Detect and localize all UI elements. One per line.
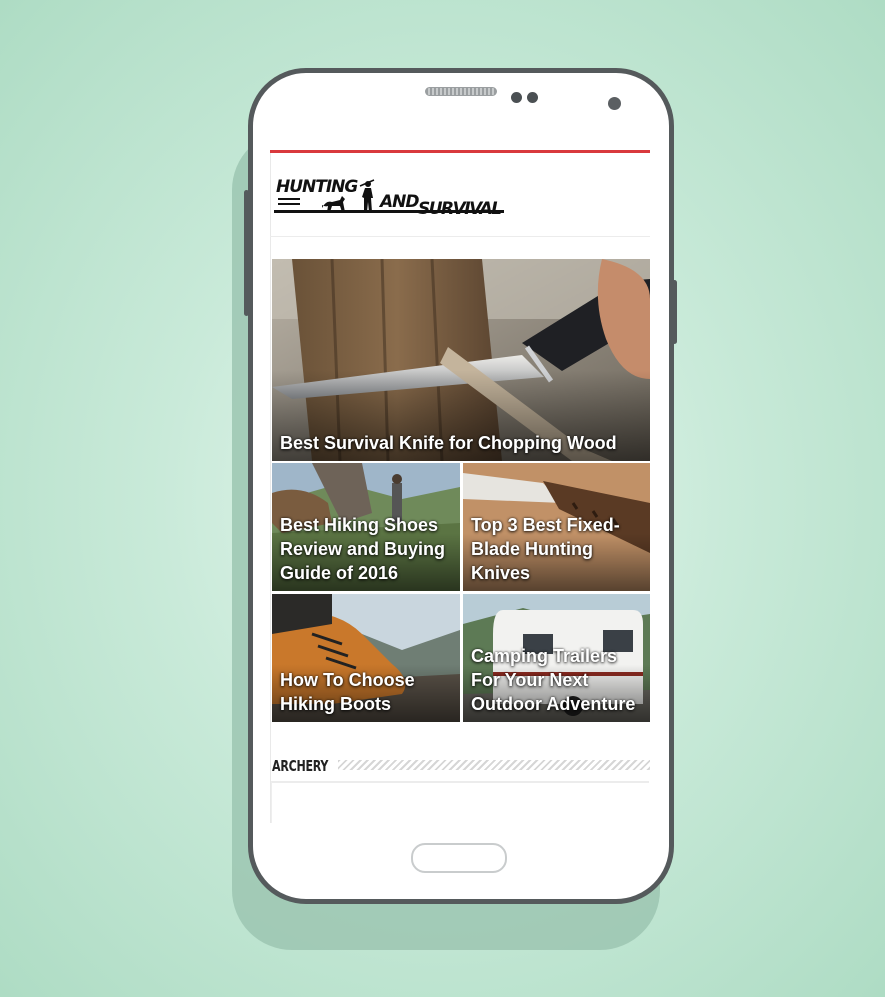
featured-post-title[interactable]: How To Choose Hiking Boots — [280, 668, 452, 716]
featured-post-title[interactable]: Best Hiking Shoes Review and Buying Guid… — [280, 513, 452, 585]
svg-text:AND: AND — [378, 192, 419, 212]
svg-text:SURVIVAL: SURVIVAL — [418, 199, 501, 219]
featured-post-title[interactable]: Camping Trailers For Your Next Outdoor A… — [471, 644, 642, 716]
front-camera — [608, 97, 621, 110]
home-button[interactable] — [411, 843, 507, 873]
section-divider — [338, 760, 650, 770]
proximity-sensor — [511, 92, 522, 103]
earpiece-speaker — [425, 87, 497, 96]
header-divider — [270, 236, 650, 237]
featured-post-1[interactable]: Best Survival Knife for Chopping Wood — [272, 259, 650, 461]
featured-post-title[interactable]: Best Survival Knife for Chopping Wood — [280, 431, 642, 455]
featured-post-title[interactable]: Top 3 Best Fixed-Blade Hunting Knives — [471, 513, 642, 585]
featured-post-5[interactable]: Camping Trailers For Your Next Outdoor A… — [463, 594, 650, 722]
svg-text:HUNTING: HUNTING — [276, 177, 358, 197]
featured-post-2[interactable]: Best Hiking Shoes Review and Buying Guid… — [272, 463, 460, 591]
phone-screen: HUNTING AND SURVIVAL Best Survival Knife… — [270, 150, 650, 823]
site-logo[interactable]: HUNTING AND SURVIVAL — [272, 174, 508, 220]
top-accent-bar — [270, 150, 650, 153]
light-sensor — [527, 92, 538, 103]
section-heading: ARCHERY — [272, 756, 650, 776]
content-left-border — [270, 153, 271, 823]
featured-post-3[interactable]: Top 3 Best Fixed-Blade Hunting Knives — [463, 463, 650, 591]
section-label[interactable]: ARCHERY — [272, 756, 328, 776]
featured-post-4[interactable]: How To Choose Hiking Boots — [272, 594, 460, 722]
section-content — [271, 781, 649, 823]
